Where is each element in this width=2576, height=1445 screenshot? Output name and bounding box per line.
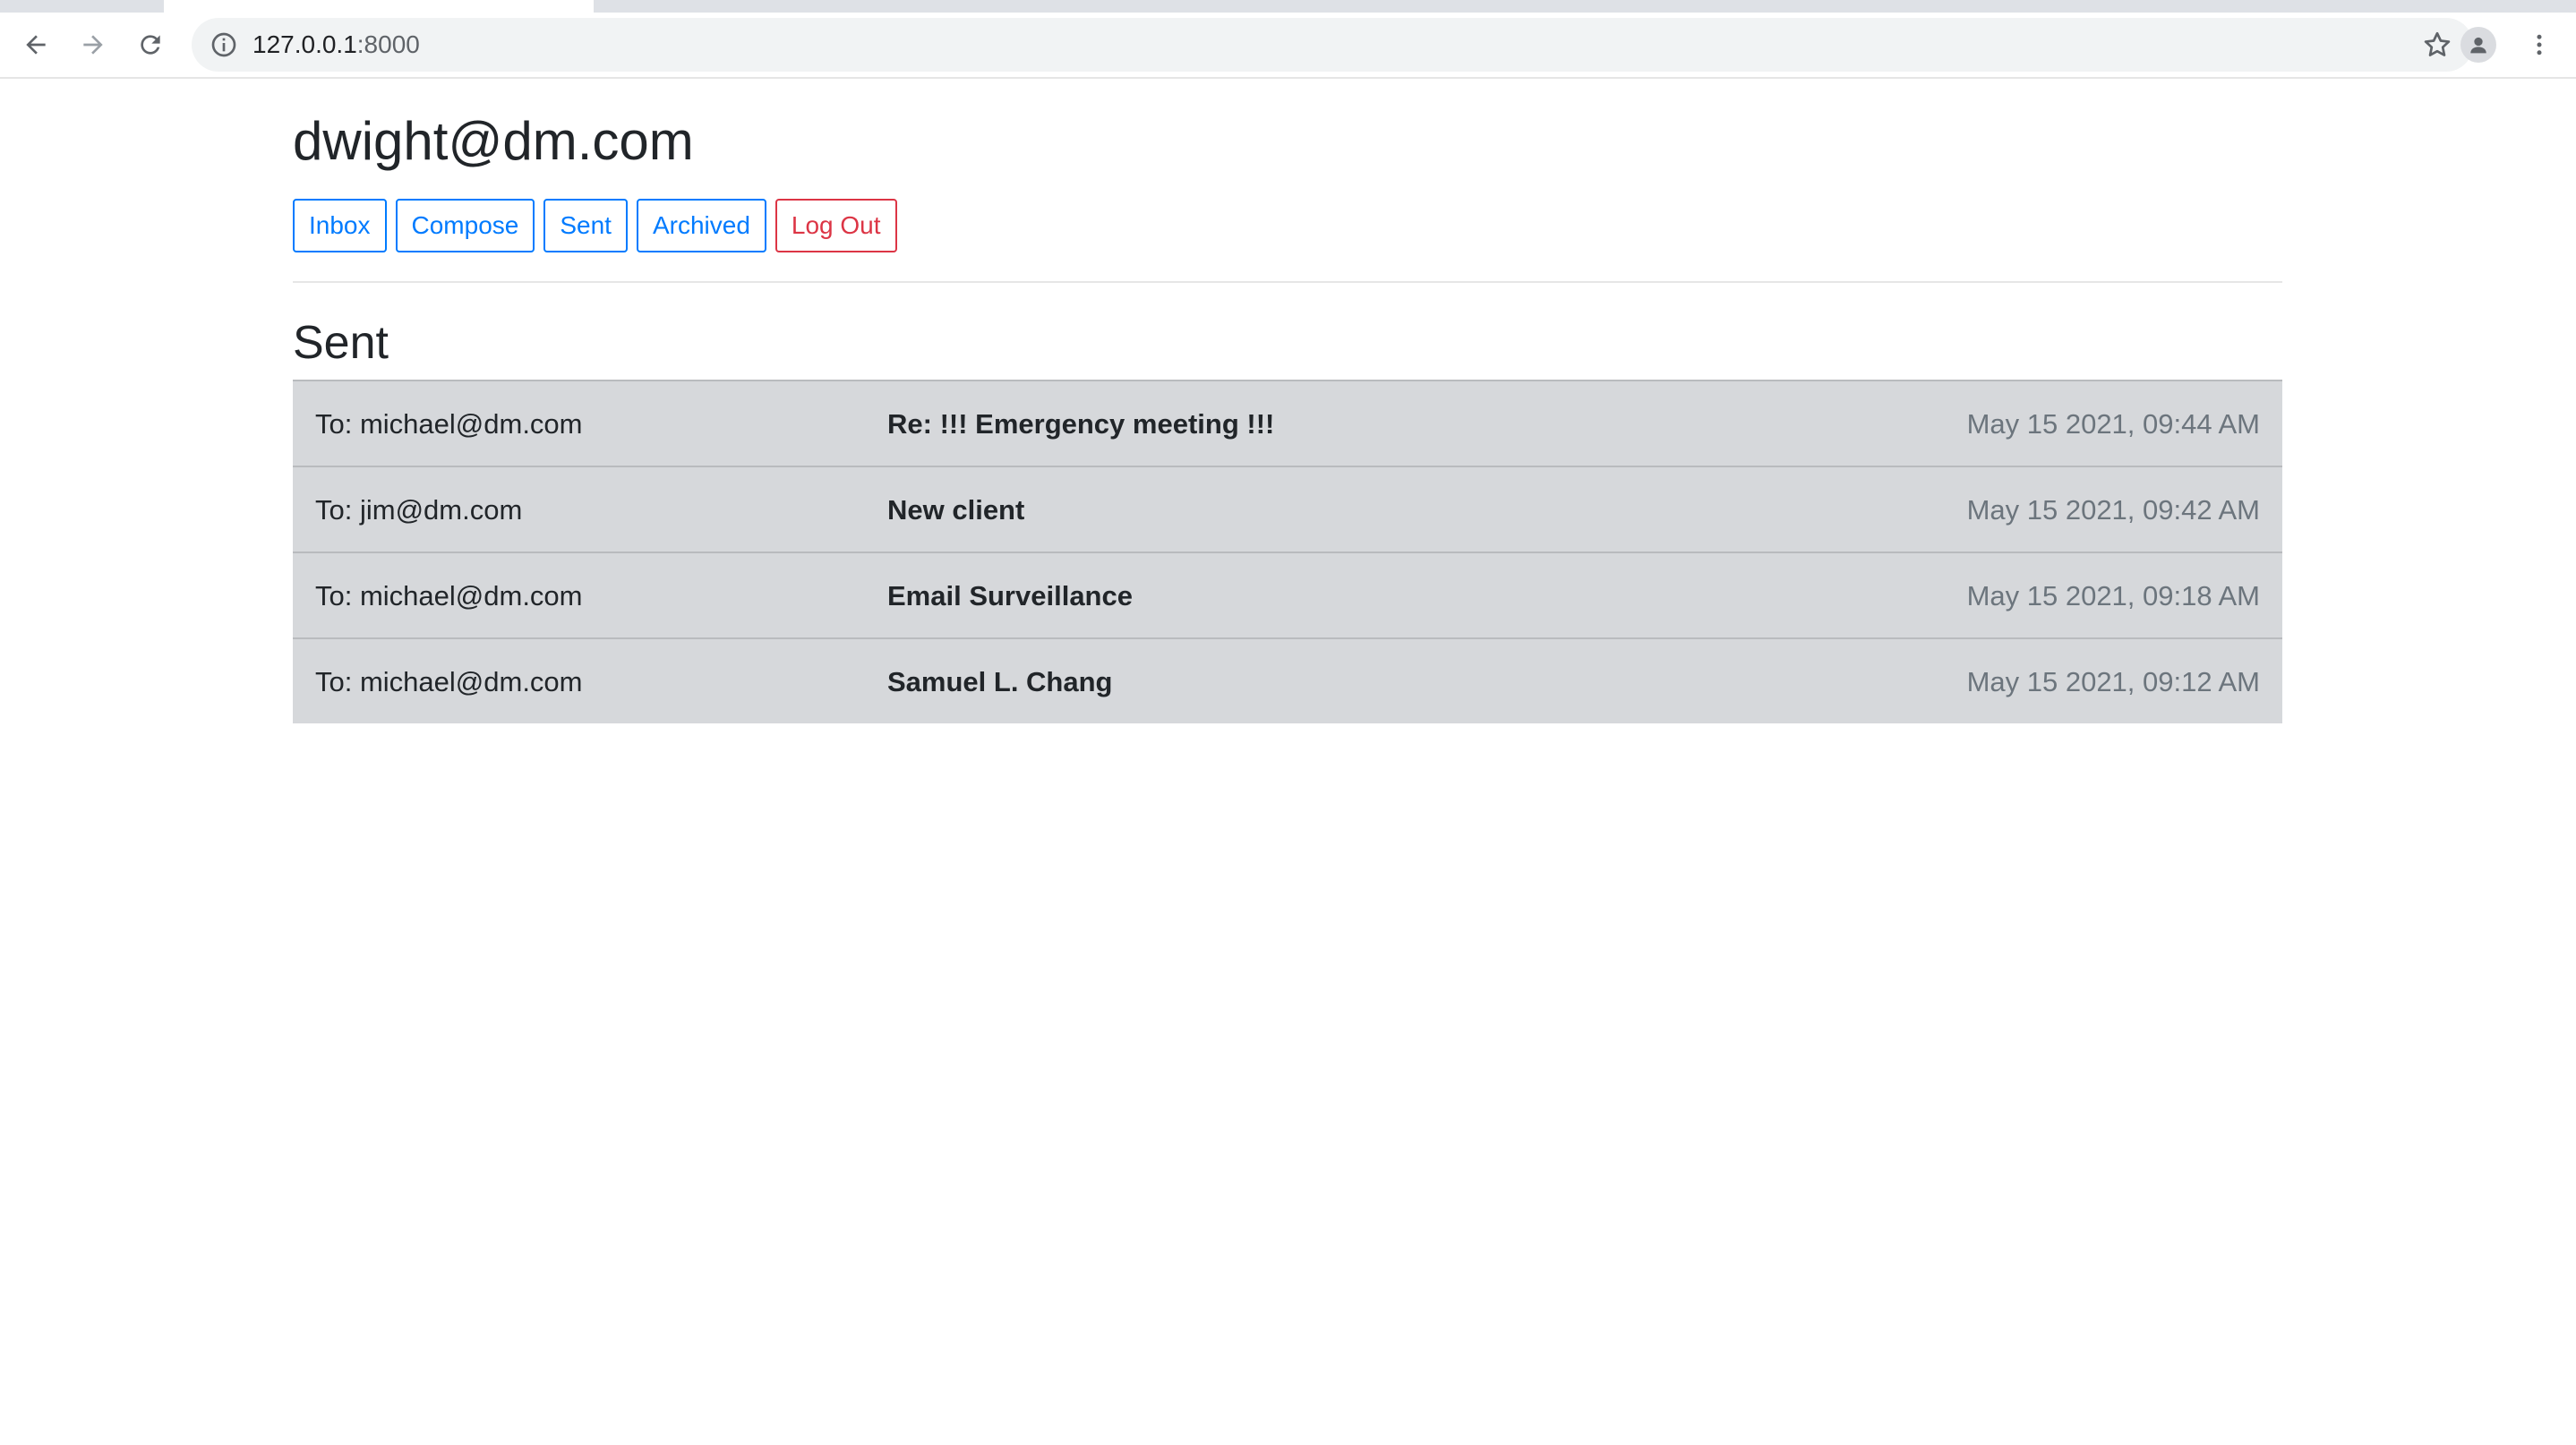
email-recipient: To: michael@dm.com — [315, 580, 583, 612]
email-subject: Re: !!! Emergency meeting !!! — [887, 408, 1275, 440]
email-row[interactable]: To: michael@dm.com Email Surveillance Ma… — [293, 551, 2282, 638]
address-url[interactable]: 127.0.0.1:8000 — [252, 18, 420, 72]
compose-button[interactable]: Compose — [395, 199, 535, 252]
email-recipient: To: michael@dm.com — [315, 408, 583, 440]
arrow-left-icon — [26, 35, 46, 55]
browser-toolbar: 127.0.0.1:8000 — [0, 13, 2576, 79]
forward-button[interactable] — [75, 27, 111, 63]
info-icon[interactable] — [210, 30, 238, 59]
email-recipient: To: michael@dm.com — [315, 666, 583, 698]
email-row[interactable]: To: jim@dm.com New client May 15 2021, 0… — [293, 466, 2282, 552]
url-host: 127.0.0.1 — [252, 30, 357, 58]
mailbox-title: Sent — [293, 317, 389, 369]
email-timestamp: May 15 2021, 09:18 AM — [1966, 580, 2260, 612]
email-timestamp: May 15 2021, 09:44 AM — [1966, 408, 2260, 440]
archived-button[interactable]: Archived — [636, 199, 766, 252]
email-subject: New client — [887, 494, 1025, 526]
sent-button[interactable]: Sent — [543, 199, 628, 252]
profile-button[interactable] — [2460, 27, 2496, 63]
arrow-right-icon — [83, 35, 103, 55]
logout-button[interactable]: Log Out — [775, 199, 897, 252]
email-recipient: To: jim@dm.com — [315, 494, 523, 526]
email-row[interactable]: To: michael@dm.com Samuel L. Chang May 1… — [293, 637, 2282, 724]
user-email-heading: dwight@dm.com — [293, 111, 694, 171]
email-subject: Email Surveillance — [887, 580, 1133, 612]
reload-icon — [141, 35, 160, 55]
browser-menu-button[interactable] — [2523, 27, 2555, 63]
tab-strip — [0, 0, 2576, 13]
star-icon[interactable] — [2421, 29, 2453, 61]
url-port: :8000 — [356, 30, 420, 58]
email-row[interactable]: To: michael@dm.com Re: !!! Emergency mee… — [293, 380, 2282, 466]
email-timestamp: May 15 2021, 09:42 AM — [1966, 494, 2260, 526]
email-list: To: michael@dm.com Re: !!! Emergency mee… — [293, 380, 2282, 724]
email-subject: Samuel L. Chang — [887, 666, 1113, 698]
kebab-menu-icon — [2537, 34, 2542, 56]
mail-app: dwight@dm.com Inbox Compose Sent Archive… — [293, 79, 2282, 724]
person-icon — [2470, 37, 2486, 54]
reload-button[interactable] — [133, 27, 168, 63]
address-bar[interactable]: 127.0.0.1:8000 — [192, 18, 2473, 72]
back-button[interactable] — [18, 27, 54, 63]
active-tab[interactable] — [164, 0, 594, 13]
inbox-button[interactable]: Inbox — [293, 199, 387, 252]
nav-button-group: Inbox Compose Sent Archived Log Out — [293, 199, 2282, 252]
email-timestamp: May 15 2021, 09:12 AM — [1966, 666, 2260, 698]
